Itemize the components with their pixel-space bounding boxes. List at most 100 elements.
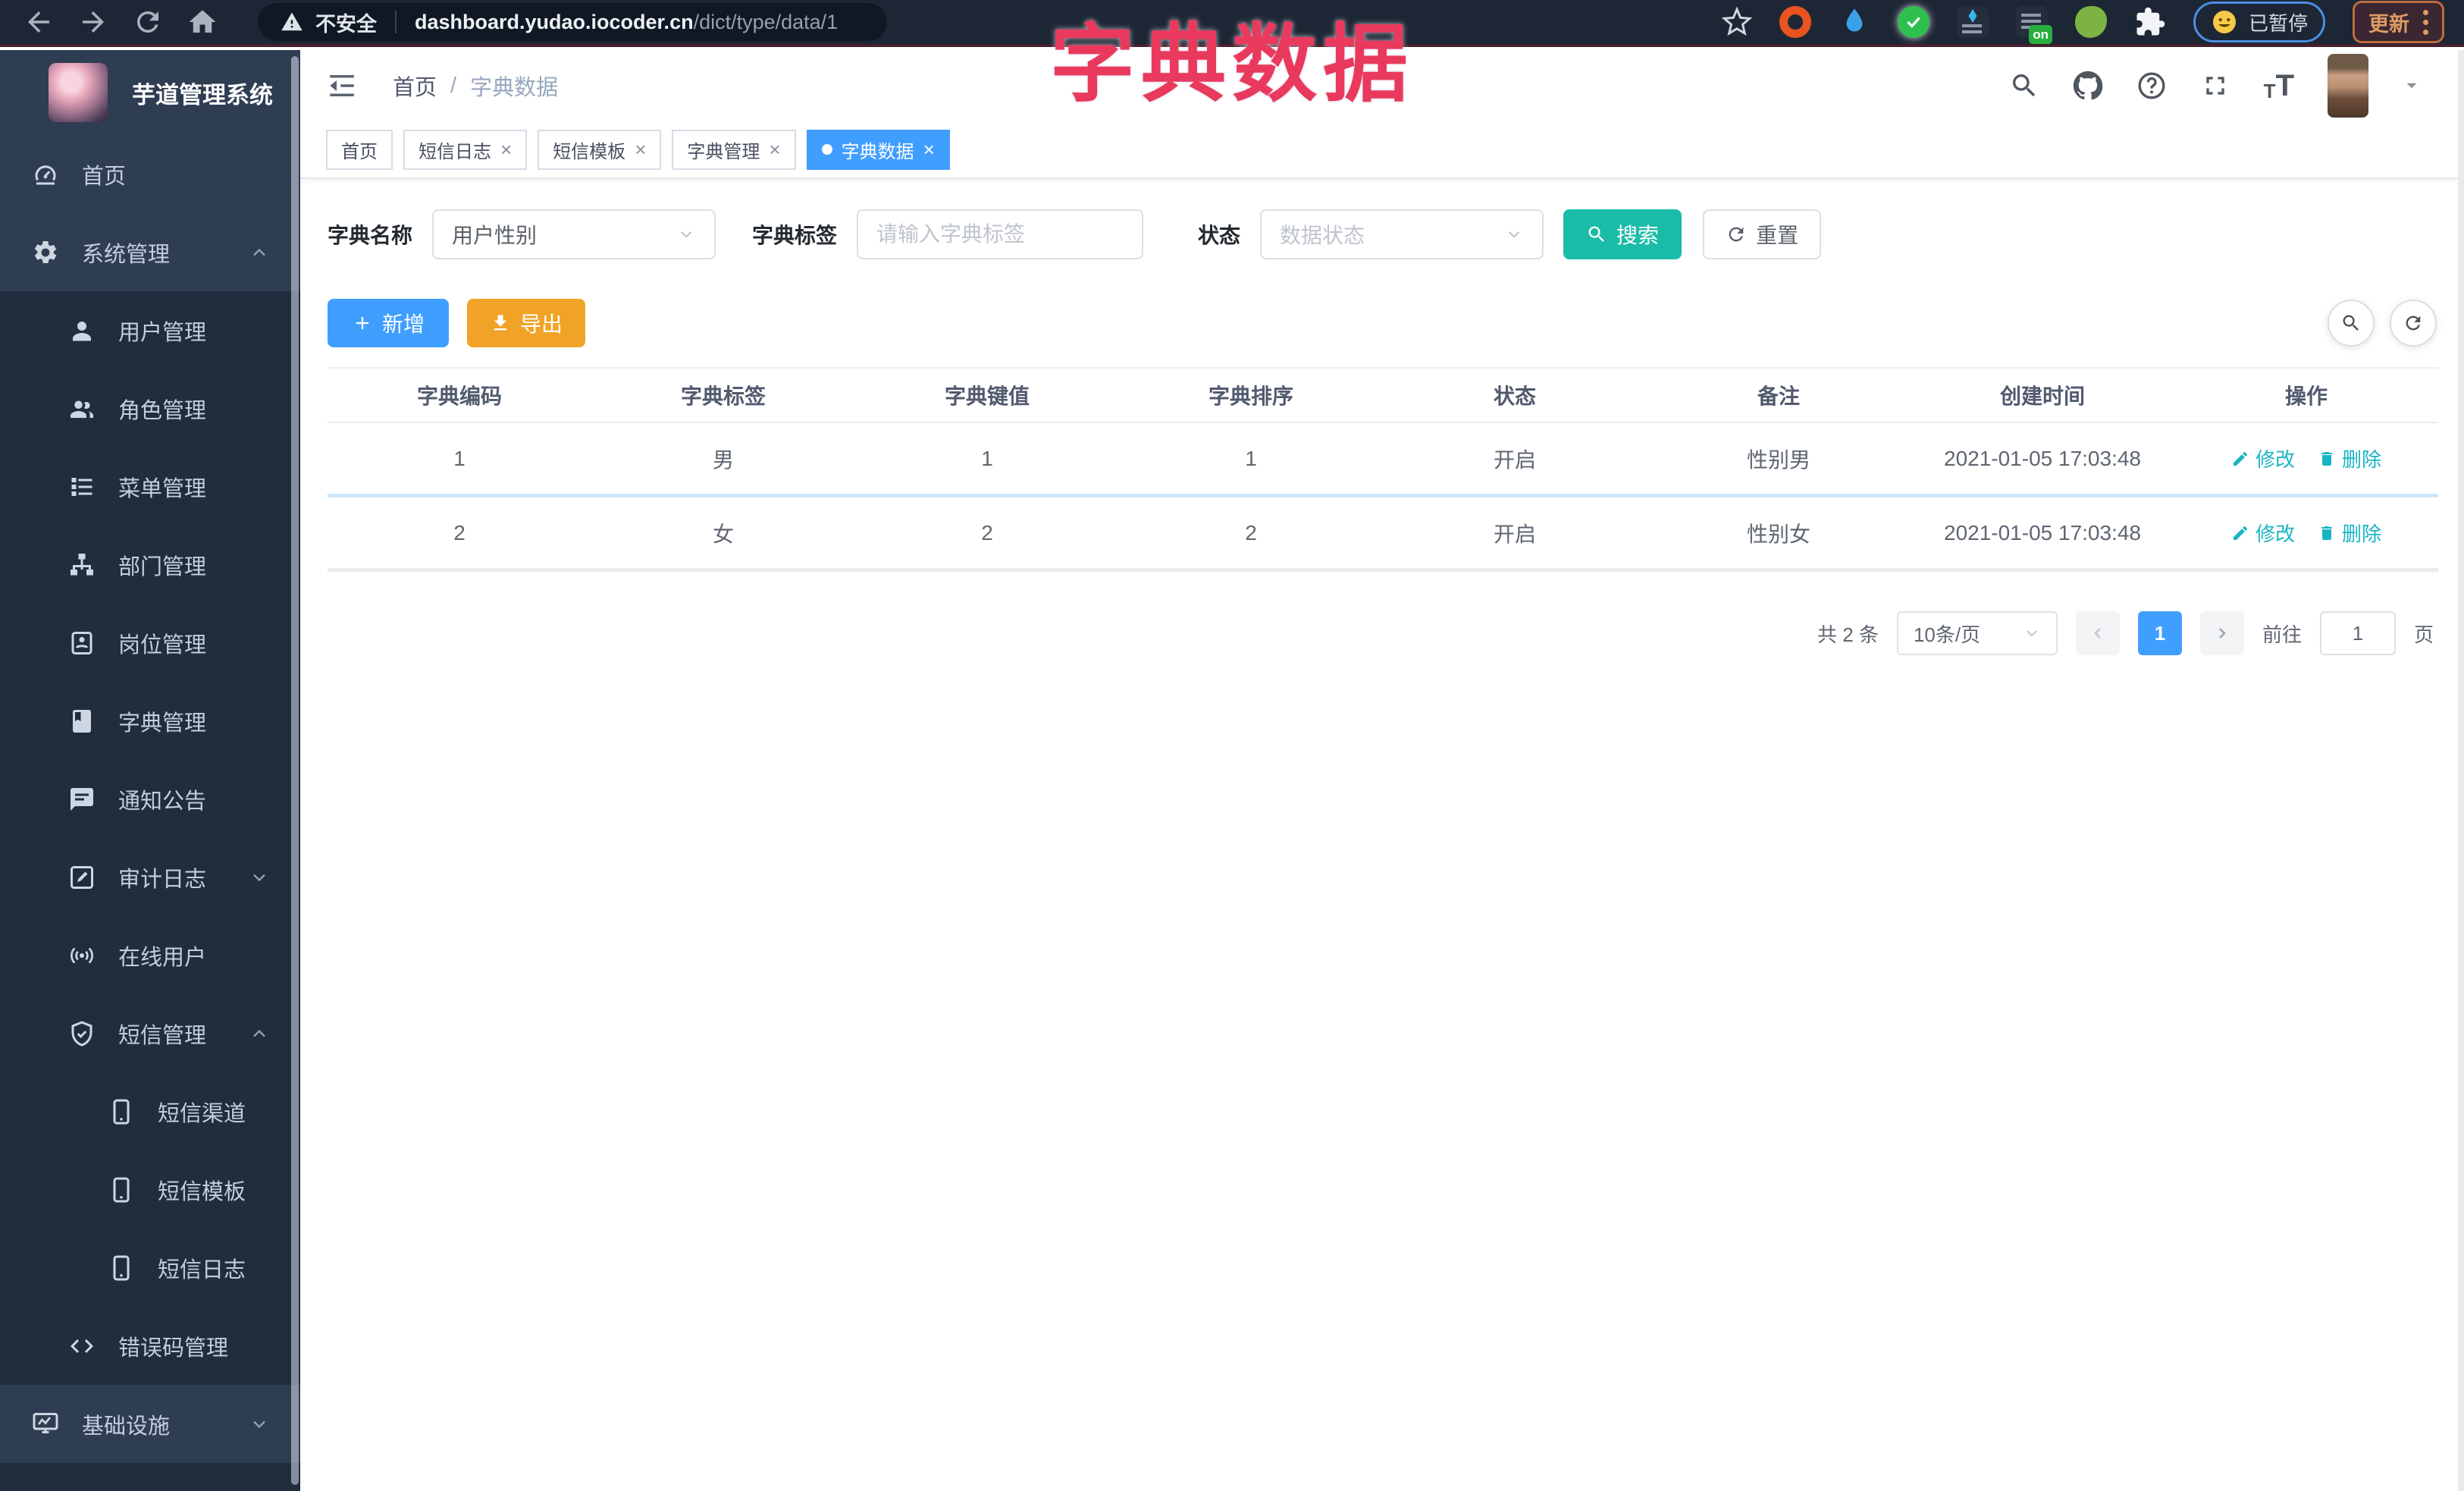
cell-code: 2 (453, 520, 466, 545)
extension-orange-icon[interactable] (1779, 6, 1811, 38)
edit-link[interactable]: 修改 (2231, 444, 2295, 472)
prev-page-button[interactable] (2075, 611, 2120, 655)
sidebar-item-menus[interactable]: 菜单管理 (0, 447, 300, 526)
cell-actions: 修改 删除 (2174, 519, 2438, 547)
sidebar-item-home[interactable]: 首页 (0, 135, 300, 213)
extensions-puzzle-icon[interactable] (2134, 6, 2166, 38)
toggle-search-button[interactable] (2328, 300, 2375, 347)
browser-reload-icon[interactable] (132, 6, 164, 38)
sidebar-item-roles[interactable]: 角色管理 (0, 369, 300, 447)
fullscreen-icon[interactable] (2200, 71, 2230, 101)
github-icon[interactable] (2073, 71, 2103, 101)
sidebar-item-label: 菜单管理 (118, 476, 207, 501)
header-search-icon[interactable] (2009, 71, 2039, 101)
chevron-down-icon (253, 874, 265, 881)
security-warning-icon (281, 12, 303, 31)
sidebar-item-departments[interactable]: 部门管理 (0, 526, 300, 604)
font-size-icon[interactable]: TT (2264, 71, 2294, 101)
sidebar-item-sms-channel[interactable]: 短信渠道 (0, 1072, 300, 1150)
search-button[interactable]: 搜索 (1563, 209, 1682, 259)
page-unit-label: 页 (2413, 623, 2434, 646)
sidebar-item-label: 通知公告 (118, 789, 207, 814)
extension-leaf-icon[interactable] (2074, 6, 2107, 38)
sidebar-item-users[interactable]: 用户管理 (0, 291, 300, 369)
address-divider (395, 11, 397, 33)
address-bar[interactable]: 不安全 dashboard.yudao.iocoder.cn /dict/typ… (258, 3, 887, 41)
search-filter-form: 字典名称 用户性别 字典标签 状态 数据状态 搜索 重置 (328, 209, 2464, 259)
edit-link[interactable]: 修改 (2231, 519, 2295, 547)
page-size-select[interactable]: 10条/页 (1896, 611, 2058, 655)
dict-label-input[interactable] (857, 209, 1144, 259)
sidebar-item-sms-log[interactable]: 短信日志 (0, 1229, 300, 1307)
dict-name-select[interactable]: 用户性别 (432, 209, 716, 259)
main-content: 首页 / 字典数据 TT 首页 短信日志 × 短信模板 × 字典管理 × 字典数据 × … (300, 50, 2464, 1491)
overlay-annotation-title: 字典数据 (1050, 17, 1414, 111)
sidebar-item-label: 首页 (82, 164, 127, 189)
tag-close-icon[interactable]: × (769, 140, 780, 159)
cell-value: 2 (981, 520, 993, 545)
col-header: 字典标签 (680, 385, 766, 408)
sidebar-item-posts[interactable]: 岗位管理 (0, 604, 300, 682)
cell-remark: 性别男 (1746, 447, 1810, 472)
tag-dict-data[interactable]: 字典数据 × (806, 129, 950, 170)
export-button[interactable]: 导出 (467, 299, 586, 347)
chevron-right-icon (2219, 628, 2226, 639)
sidebar-item-infrastructure[interactable]: 基础设施 (0, 1385, 300, 1463)
sidebar-logo[interactable]: 芋道管理系统 (0, 50, 300, 135)
col-header: 状态 (1493, 385, 1536, 408)
cell-code: 1 (453, 446, 466, 470)
goto-page-input[interactable] (2319, 611, 2396, 655)
sidebar-scrollbar[interactable] (291, 56, 299, 1485)
sidebar-item-notices[interactable]: 通知公告 (0, 760, 300, 838)
tag-close-icon[interactable]: × (500, 140, 512, 159)
browser-update-button[interactable]: 更新 (2353, 1, 2444, 43)
tag-close-icon[interactable]: × (923, 140, 935, 159)
sidebar-item-dicts[interactable]: 字典管理 (0, 682, 300, 760)
breadcrumb-home-link[interactable]: 首页 (393, 70, 437, 102)
cell-label: 男 (712, 447, 734, 472)
tag-home[interactable]: 首页 (326, 129, 393, 170)
extension-bars-icon[interactable] (1956, 6, 1989, 38)
cell-created: 2021-01-05 17:03:48 (1944, 520, 2141, 545)
sidebar-item-system[interactable]: 系统管理 (0, 213, 300, 291)
delete-link[interactable]: 删除 (2318, 444, 2381, 472)
tag-close-icon[interactable]: × (635, 140, 646, 159)
profile-paused-pill[interactable]: 已暂停 (2193, 2, 2325, 42)
browser-menu-dots-icon[interactable] (2423, 9, 2428, 35)
tag-sms-log[interactable]: 短信日志 × (403, 129, 528, 170)
extension-drop-icon[interactable] (1839, 6, 1870, 38)
sidebar-item-online-users[interactable]: 在线用户 (0, 916, 300, 994)
chevron-up-icon (253, 1029, 265, 1037)
extension-on-icon[interactable]: on (2015, 6, 2052, 44)
page-number-button[interactable]: 1 (2137, 611, 2182, 655)
browser-home-icon[interactable] (187, 6, 218, 38)
sidebar-item-audit-logs[interactable]: 审计日志 (0, 838, 300, 916)
sidebar-item-sms-template[interactable]: 短信模板 (0, 1150, 300, 1229)
sidebar-fold-icon[interactable] (326, 70, 358, 102)
user-avatar[interactable] (2328, 54, 2368, 118)
refresh-table-button[interactable] (2390, 300, 2437, 347)
phone-icon (113, 1255, 130, 1280)
extension-check-icon[interactable] (1897, 6, 1930, 38)
dict-data-table: 字典编码 字典标签 字典键值 字典排序 状态 备注 创建时间 操作 1 男 1 … (328, 367, 2438, 572)
browser-forward-icon[interactable] (77, 6, 109, 38)
bookmark-star-icon[interactable] (1721, 7, 1752, 37)
table-toolbar: 新增 导出 (328, 299, 2437, 347)
sidebar-item-sms[interactable]: 短信管理 (0, 994, 300, 1072)
caret-down-icon[interactable] (2402, 76, 2422, 96)
search-icon (1588, 226, 1604, 242)
sidebar-item-error-codes[interactable]: 错误码管理 (0, 1307, 300, 1385)
tag-dict-manage[interactable]: 字典管理 × (672, 129, 796, 170)
tag-sms-template[interactable]: 短信模板 × (538, 129, 662, 170)
reset-button[interactable]: 重置 (1703, 209, 1822, 259)
navbar-right: TT (2009, 54, 2422, 118)
next-page-button[interactable] (2199, 611, 2244, 655)
sidebar-item-label: 基础设施 (82, 1414, 171, 1439)
add-button[interactable]: 新增 (328, 299, 450, 347)
help-icon[interactable] (2136, 71, 2167, 101)
browser-back-icon[interactable] (23, 6, 55, 38)
delete-link[interactable]: 删除 (2318, 519, 2381, 547)
dict-label-label: 字典标签 (752, 224, 838, 247)
page-scrollbar[interactable] (2458, 50, 2464, 1491)
status-select[interactable]: 数据状态 (1260, 209, 1544, 259)
